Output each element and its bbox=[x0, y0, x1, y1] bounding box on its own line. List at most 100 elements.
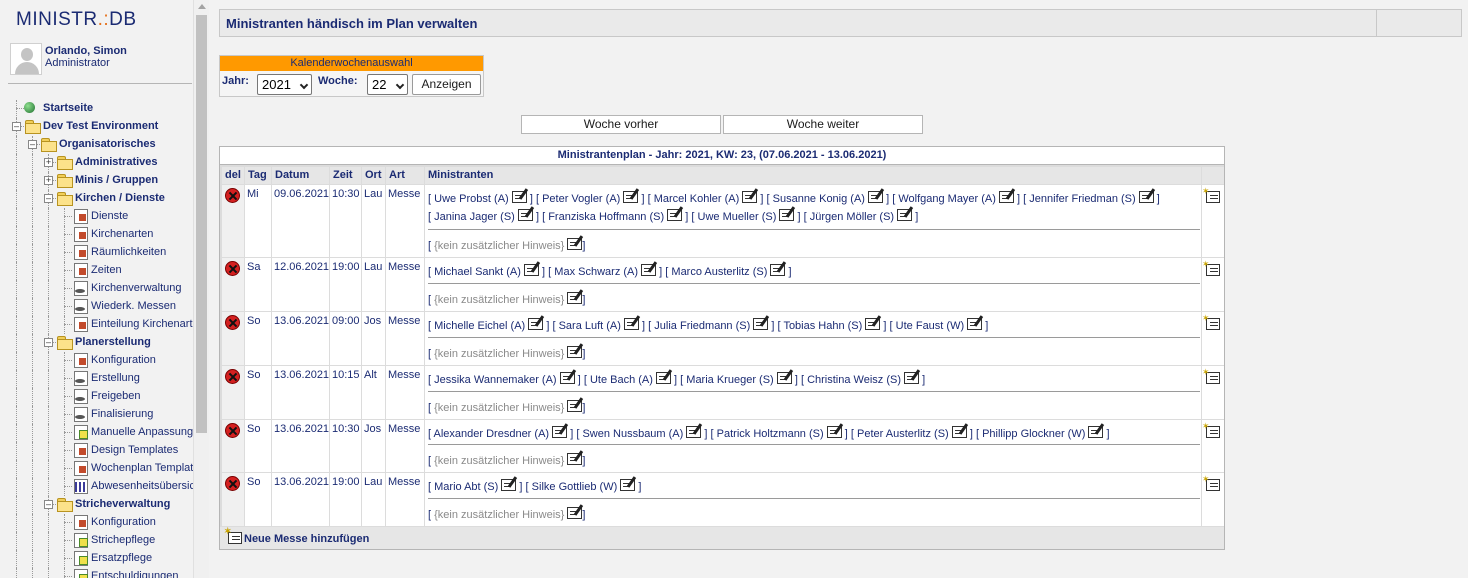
edit-hint-icon[interactable] bbox=[567, 507, 583, 519]
tree-item[interactable]: Wochenplan Templat bbox=[0, 460, 193, 478]
add-ministrant-icon[interactable] bbox=[1202, 312, 1220, 330]
edit-icon[interactable] bbox=[641, 264, 657, 276]
edit-icon[interactable] bbox=[770, 264, 786, 276]
tree-item[interactable]: + Minis / Gruppen bbox=[0, 172, 193, 190]
edit-icon[interactable] bbox=[524, 264, 539, 276]
edit-icon[interactable] bbox=[686, 426, 702, 438]
edit-icon[interactable] bbox=[779, 209, 795, 221]
edit-icon[interactable] bbox=[623, 191, 639, 203]
collapse-icon[interactable]: – bbox=[44, 338, 53, 347]
edit-hint-icon[interactable] bbox=[567, 346, 583, 358]
edit-hint-icon[interactable] bbox=[567, 453, 583, 465]
add-ministrant-icon[interactable] bbox=[1202, 185, 1220, 203]
edit-hint-icon[interactable] bbox=[567, 292, 583, 304]
sidebar-scrollbar[interactable] bbox=[193, 0, 209, 578]
collapse-icon[interactable]: – bbox=[28, 140, 37, 149]
edit-icon[interactable] bbox=[897, 209, 913, 221]
tree-item[interactable]: Konfiguration bbox=[0, 514, 193, 532]
add-ministrant-icon[interactable] bbox=[1202, 473, 1220, 491]
tree-item[interactable]: Wiederk. Messen bbox=[0, 298, 193, 316]
collapse-icon[interactable]: – bbox=[44, 194, 53, 203]
expand-icon[interactable]: + bbox=[44, 176, 53, 185]
edit-icon[interactable] bbox=[904, 372, 920, 384]
edit-icon[interactable] bbox=[999, 191, 1014, 203]
previous-week-button[interactable]: Woche vorher bbox=[521, 115, 721, 134]
delete-icon[interactable] bbox=[225, 315, 240, 330]
edit-icon[interactable] bbox=[967, 318, 983, 330]
cell-datum: 13.06.2021 bbox=[272, 312, 329, 365]
tree-item[interactable]: – Planerstellung bbox=[0, 334, 193, 352]
year-select[interactable]: 2021 bbox=[257, 74, 312, 95]
edit-icon[interactable] bbox=[552, 426, 568, 438]
edit-icon[interactable] bbox=[511, 191, 527, 203]
edit-hint-icon[interactable] bbox=[567, 238, 583, 250]
tree-item[interactable]: Strichepflege bbox=[0, 532, 193, 550]
add-mass-row[interactable]: Neue Messe hinzufügen bbox=[220, 526, 1224, 549]
tree-item[interactable]: Startseite bbox=[0, 100, 193, 118]
tree-item[interactable]: + Administratives bbox=[0, 154, 193, 172]
tree-item[interactable]: Einteilung Kirchenart bbox=[0, 316, 193, 334]
tree-item[interactable]: Konfiguration bbox=[0, 352, 193, 370]
tree-item[interactable]: – Kirchen / Dienste bbox=[0, 190, 193, 208]
collapse-icon[interactable]: – bbox=[12, 122, 21, 131]
expand-icon[interactable]: + bbox=[44, 158, 53, 167]
tree-guide-line bbox=[64, 252, 72, 253]
collapse-icon[interactable]: – bbox=[44, 500, 53, 509]
tree-item[interactable]: – Stricheverwaltung bbox=[0, 496, 193, 514]
edit-icon[interactable] bbox=[655, 372, 671, 384]
show-button[interactable]: Anzeigen bbox=[412, 74, 481, 95]
add-ministrant-icon[interactable] bbox=[1202, 258, 1220, 276]
tree-item[interactable]: Dienste bbox=[0, 208, 193, 226]
add-ministrant-icon[interactable] bbox=[1202, 366, 1220, 384]
tree-item[interactable]: Abwesenheitsübersic bbox=[0, 478, 193, 496]
tree-item[interactable]: Manuelle Anpassung bbox=[0, 424, 193, 442]
delete-icon[interactable] bbox=[225, 423, 240, 438]
delete-icon[interactable] bbox=[225, 188, 240, 203]
delete-icon[interactable] bbox=[225, 261, 240, 276]
delete-icon[interactable] bbox=[225, 369, 240, 384]
edit-icon[interactable] bbox=[776, 372, 792, 384]
edit-icon[interactable] bbox=[620, 479, 636, 491]
edit-icon[interactable] bbox=[528, 318, 544, 330]
add-mass-link[interactable]: Neue Messe hinzufügen bbox=[244, 533, 369, 545]
tree-item[interactable]: Ersatzpflege bbox=[0, 550, 193, 568]
ministrant-entry: [ Silke Gottlieb (W) ] bbox=[525, 479, 642, 493]
edit-icon[interactable] bbox=[742, 191, 758, 203]
next-week-button[interactable]: Woche weiter bbox=[723, 115, 923, 134]
edit-icon[interactable] bbox=[826, 426, 842, 438]
edit-icon[interactable] bbox=[865, 318, 881, 330]
tree-item[interactable]: Zeiten bbox=[0, 262, 193, 280]
edit-icon[interactable] bbox=[667, 209, 683, 221]
edit-icon[interactable] bbox=[753, 318, 769, 330]
tree-item[interactable]: Räumlichkeiten bbox=[0, 244, 193, 262]
tree-item[interactable]: Kirchenarten bbox=[0, 226, 193, 244]
edit-icon[interactable] bbox=[1138, 191, 1154, 203]
edit-icon[interactable] bbox=[501, 479, 517, 491]
tree-item[interactable]: Freigeben bbox=[0, 388, 193, 406]
tree-guide-line bbox=[32, 262, 33, 280]
week-select[interactable]: 22 bbox=[367, 74, 408, 95]
edit-icon[interactable] bbox=[951, 426, 967, 438]
tree-item[interactable]: Finalisierung bbox=[0, 406, 193, 424]
tree-item[interactable]: Entschuldigungen bbox=[0, 568, 193, 578]
edit-icon[interactable] bbox=[1088, 426, 1104, 438]
ministrant-entry: [ Jürgen Möller (S) ] bbox=[803, 209, 919, 223]
edit-icon[interactable] bbox=[624, 318, 639, 330]
tree-item[interactable]: – Organisatorisches bbox=[0, 136, 193, 154]
cell-art: Messe bbox=[386, 312, 424, 365]
edit-hint-icon[interactable] bbox=[567, 400, 583, 412]
tree-item[interactable]: Kirchenverwaltung bbox=[0, 280, 193, 298]
disk-icon bbox=[72, 371, 88, 386]
scrollbar-thumb[interactable] bbox=[196, 15, 207, 433]
edit-icon[interactable] bbox=[559, 372, 575, 384]
add-mass-icon[interactable] bbox=[224, 526, 242, 544]
add-ministrant-icon[interactable] bbox=[1202, 420, 1220, 438]
delete-icon[interactable] bbox=[225, 476, 240, 491]
scroll-up-icon[interactable] bbox=[198, 4, 206, 9]
tree-item[interactable]: Design Templates bbox=[0, 442, 193, 460]
tree-item[interactable]: – Dev Test Environment bbox=[0, 118, 193, 136]
edit-icon[interactable] bbox=[868, 191, 884, 203]
tree-item[interactable]: Erstellung bbox=[0, 370, 193, 388]
edit-icon[interactable] bbox=[517, 209, 533, 221]
app-logo[interactable]: MINISTR.:DB bbox=[16, 9, 137, 31]
